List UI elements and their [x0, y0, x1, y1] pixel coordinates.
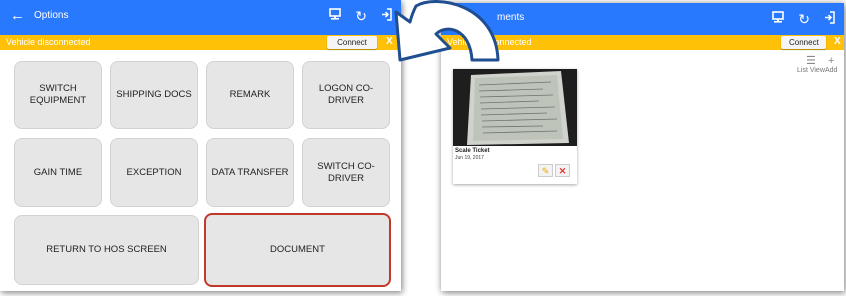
exception-button[interactable]: EXCEPTION — [110, 138, 198, 207]
vehicle-status-message: Vehicle disconnected — [6, 37, 91, 47]
switch-equipment-button[interactable]: SWITCH EQUIPMENT — [14, 61, 102, 129]
app-bar-actions: ↻ — [772, 11, 836, 28]
back-arrow-icon[interactable]: ← — [10, 7, 25, 24]
document-card[interactable]: Scale Ticket Jun 19, 2017 ✎ ✕ — [453, 69, 577, 184]
remark-button[interactable]: REMARK — [206, 61, 294, 129]
delete-x-icon: ✕ — [558, 166, 567, 176]
list-view-label: List View — [797, 67, 825, 74]
vehicle-status-bar: Vehicle disconnected Connect X — [0, 35, 401, 50]
monitor-icon[interactable] — [329, 8, 342, 25]
app-bar: ← Options ↻ — [0, 0, 401, 35]
connect-button[interactable]: Connect — [781, 36, 826, 49]
data-transfer-button[interactable]: DATA TRANSFER — [206, 138, 294, 207]
monitor-icon[interactable] — [772, 11, 785, 28]
switch-co-driver-button[interactable]: SWITCH CO- DRIVER — [302, 138, 390, 207]
refresh-icon[interactable]: ↻ — [355, 8, 367, 25]
edit-document-button[interactable]: ✎ — [538, 164, 553, 177]
page-title: Options — [34, 10, 69, 21]
transition-arrow-icon — [394, 0, 500, 62]
logout-icon[interactable] — [824, 11, 836, 28]
connect-button[interactable]: Connect — [327, 36, 377, 49]
delete-document-button[interactable]: ✕ — [555, 164, 570, 177]
list-view-icon: ☰ — [806, 55, 816, 67]
list-view-button[interactable]: ☰ List View — [797, 55, 825, 75]
add-button[interactable]: + Add — [825, 55, 838, 75]
document-button[interactable]: DOCUMENT — [204, 213, 391, 287]
add-label: Add — [825, 67, 838, 74]
logon-co-driver-button[interactable]: LOGON CO-DRIVER — [302, 61, 390, 129]
gain-time-button[interactable]: GAIN TIME — [14, 138, 102, 207]
return-to-hos-button[interactable]: RETURN TO HOS SCREEN — [14, 215, 199, 285]
add-icon: + — [828, 55, 835, 67]
pencil-icon: ✎ — [541, 166, 550, 176]
document-title: Scale Ticket — [455, 148, 490, 154]
options-screen: ← Options ↻ Vehicle disconnected Connect… — [0, 0, 401, 291]
shipping-docs-button[interactable]: SHIPPING DOCS — [110, 61, 198, 129]
refresh-icon[interactable]: ↻ — [798, 11, 810, 28]
document-date: Jun 19, 2017 — [455, 155, 484, 161]
close-status-button[interactable]: X — [834, 36, 841, 47]
document-thumbnail[interactable] — [453, 69, 577, 146]
